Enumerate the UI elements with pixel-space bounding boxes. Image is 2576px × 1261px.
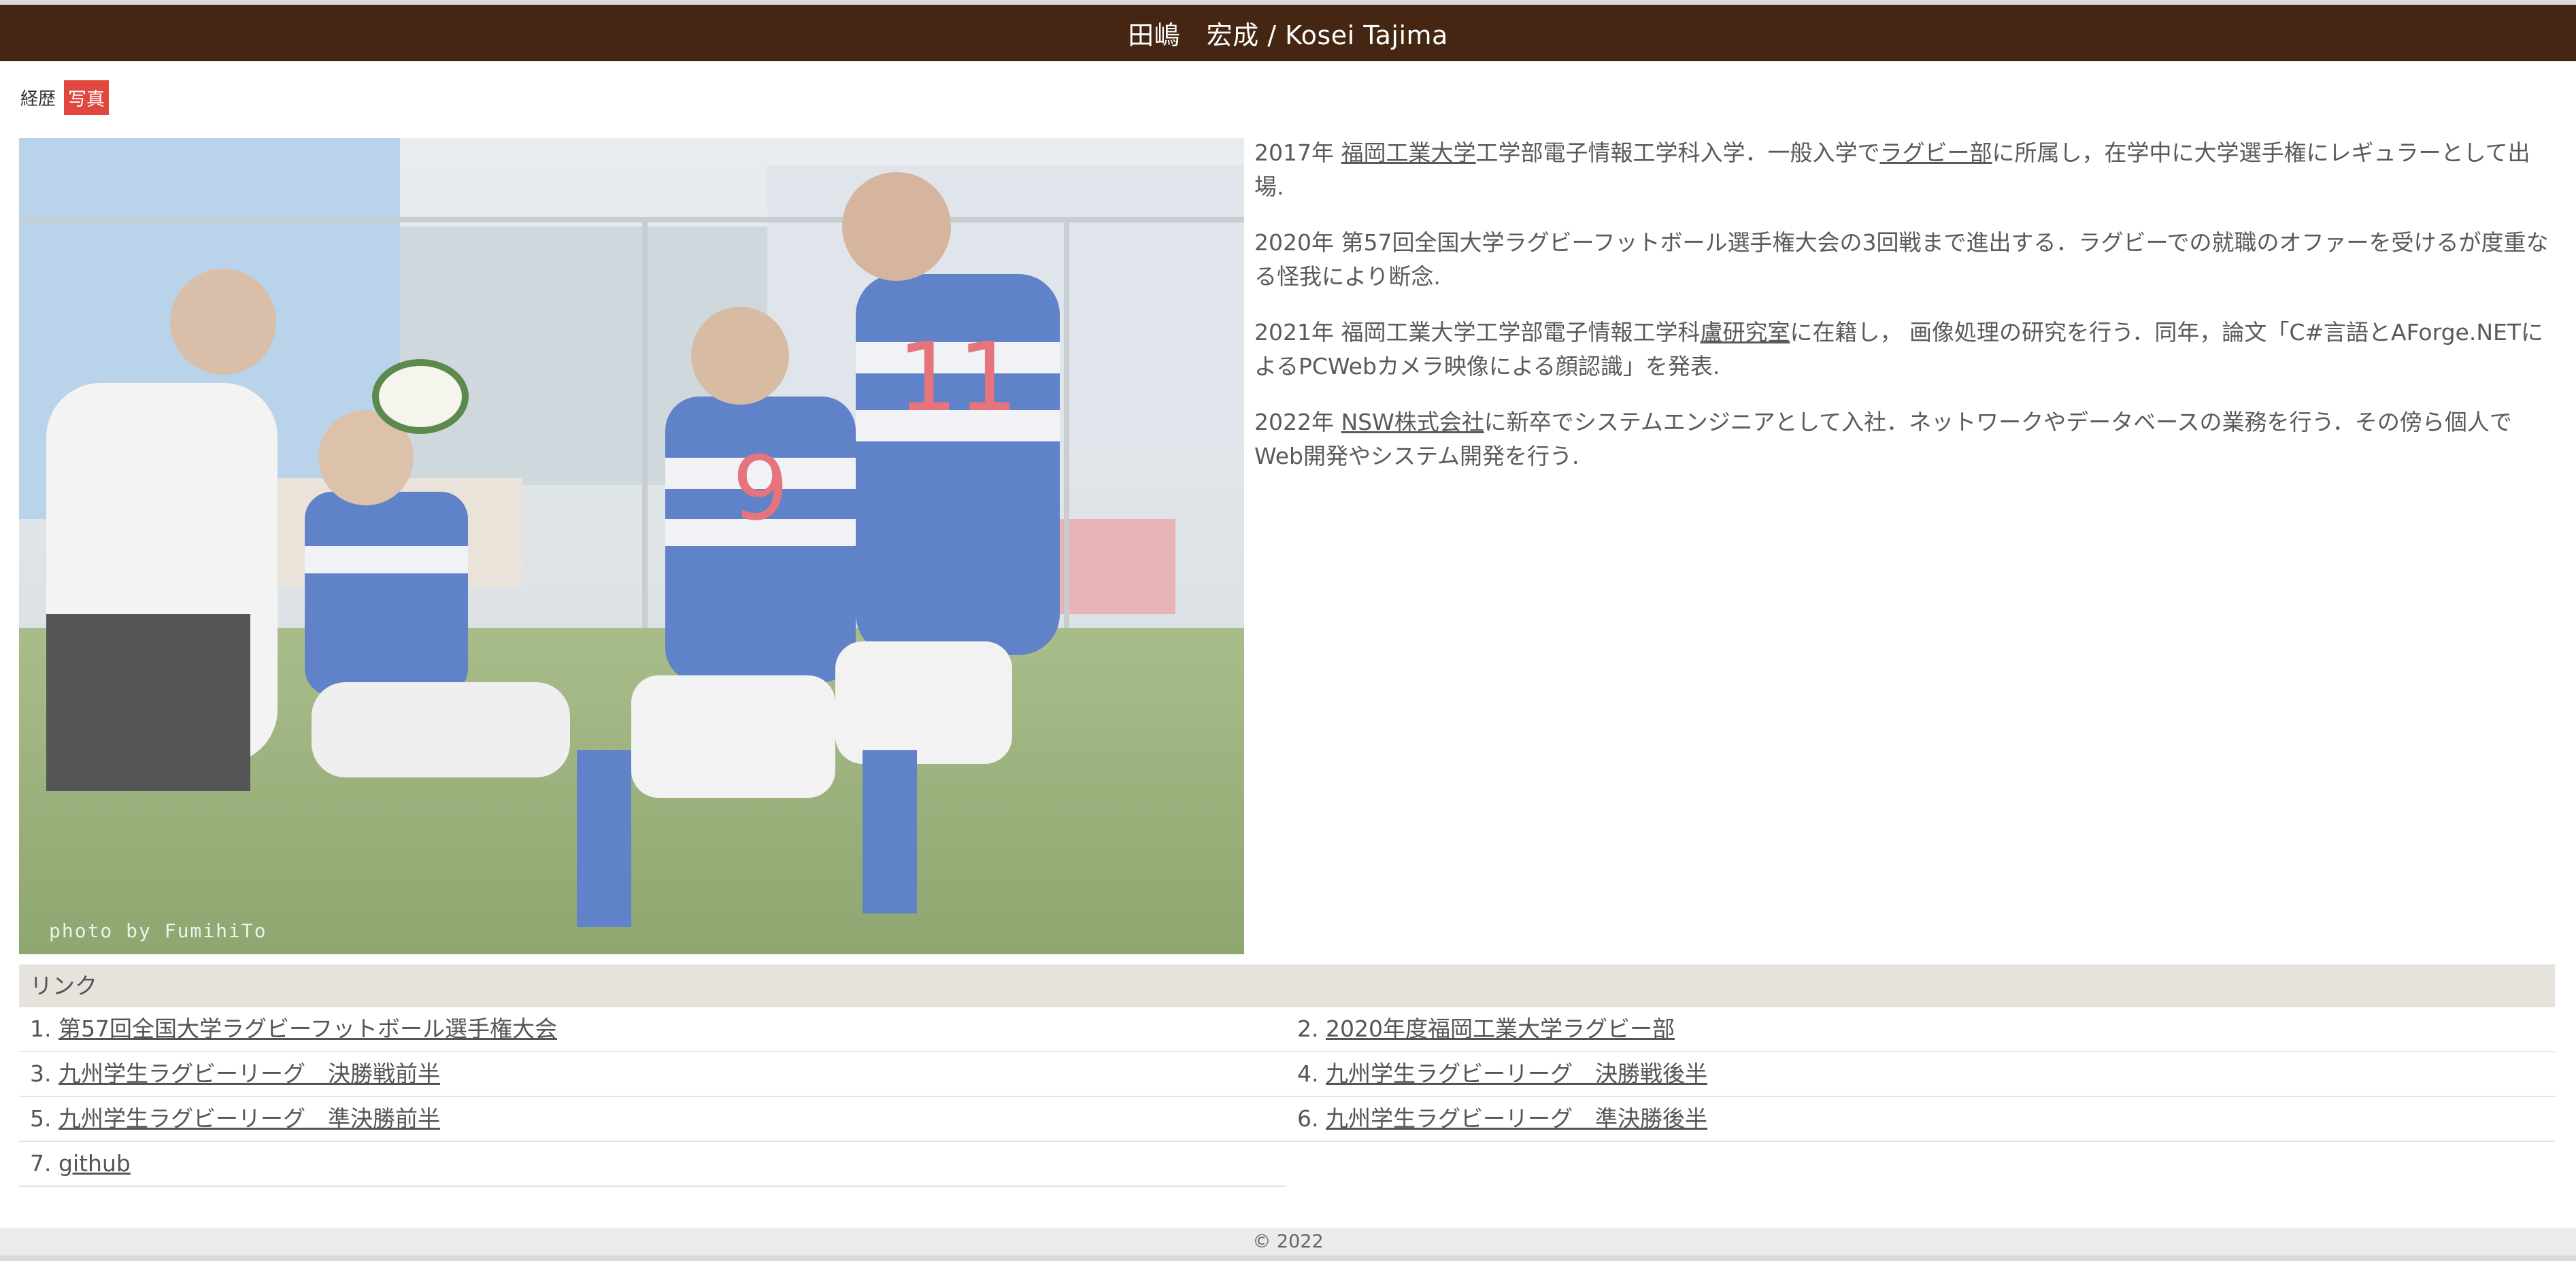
photo-credit: photo by FumihiTo [49, 920, 267, 942]
career-item-2022: 2022年 NSW株式会社に新卒でシステムエンジニアとして入社．ネットワークやデ… [1254, 405, 2554, 473]
link-fit-university[interactable]: 福岡工業大学 [1341, 139, 1475, 166]
link-nsw[interactable]: NSW株式会社 [1341, 409, 1484, 435]
link-rugby-club[interactable]: ラグビー部 [1879, 139, 1992, 166]
link-number: 4. [1297, 1060, 1319, 1087]
career-item-2020: 2020年 第57回全国大学ラグビーフットボール選手権大会の3回戦まで進出する．… [1254, 229, 2549, 290]
career-item-2017: 2017年 福岡工業大学工学部電子情報工学科入学．一般入学でラグビー部に所属し，… [1254, 136, 2554, 204]
list-item-empty [1286, 1142, 2555, 1187]
link-number: 7. [30, 1150, 52, 1177]
list-item: 2. 2020年度福岡工業大学ラグビー部 [1286, 1007, 2555, 1052]
page-footer: © 2022 [0, 1228, 2576, 1256]
links-list: 1. 第57回全国大学ラグビーフットボール選手権大会 2. 2020年度福岡工業… [19, 1007, 2555, 1187]
tab-photo[interactable]: 写真 [64, 80, 110, 115]
links-header: リンク [19, 964, 2555, 1007]
svg-text:11: 11 [897, 322, 1018, 433]
link-number: 1. [30, 1015, 52, 1042]
tab-bar: 経歴 写真 [19, 80, 110, 115]
link-number: 3. [30, 1060, 52, 1087]
career-section: 2017年 福岡工業大学工学部電子情報工学科入学．一般入学でラグビー部に所属し，… [1254, 136, 2554, 495]
window-bottom-border [0, 1256, 2576, 1261]
list-item: 4. 九州学生ラグビーリーグ 決勝戦後半 [1286, 1052, 2555, 1097]
list-item: 7. github [19, 1142, 1286, 1187]
career-text: 工学部電子情報工学科入学．一般入学で [1475, 139, 1880, 166]
career-text: 2021年 福岡工業大学工学部電子情報工学科 [1254, 319, 1701, 346]
career-text: 2017年 [1254, 139, 1341, 166]
window-top-border [0, 0, 2576, 5]
list-item: 3. 九州学生ラグビーリーグ 決勝戦前半 [19, 1052, 1286, 1097]
page-header: 田嶋 宏成 / Kosei Tajima [0, 5, 2576, 61]
link-number: 5. [30, 1105, 52, 1132]
page-title: 田嶋 宏成 / Kosei Tajima [1128, 20, 1448, 50]
career-item-2021: 2021年 福岡工業大学工学部電子情報工学科盧研究室に在籍し， 画像処理の研究を… [1254, 316, 2554, 384]
link-championship[interactable]: 第57回全国大学ラグビーフットボール選手権大会 [58, 1015, 557, 1042]
link-github[interactable]: github [58, 1150, 131, 1177]
rugby-photo-illustration: 9 11 [19, 138, 1244, 954]
list-item: 5. 九州学生ラグビーリーグ 準決勝前半 [19, 1097, 1286, 1142]
link-number: 2. [1297, 1015, 1319, 1042]
list-item: 6. 九州学生ラグビーリーグ 準決勝後半 [1286, 1097, 2555, 1142]
svg-text:9: 9 [733, 437, 789, 540]
link-final-second-half[interactable]: 九州学生ラグビーリーグ 決勝戦後半 [1326, 1060, 1707, 1087]
link-semifinal-second-half[interactable]: 九州学生ラグビーリーグ 準決勝後半 [1326, 1105, 1707, 1132]
link-final-first-half[interactable]: 九州学生ラグビーリーグ 決勝戦前半 [58, 1060, 440, 1087]
career-text: 2022年 [1254, 409, 1341, 435]
link-lab[interactable]: 盧研究室 [1700, 319, 1790, 346]
tab-career[interactable]: 経歴 [19, 84, 57, 112]
list-item: 1. 第57回全国大学ラグビーフットボール選手権大会 [19, 1007, 1286, 1052]
link-rugby-2020[interactable]: 2020年度福岡工業大学ラグビー部 [1326, 1015, 1675, 1042]
link-semifinal-first-half[interactable]: 九州学生ラグビーリーグ 準決勝前半 [58, 1105, 440, 1132]
link-number: 6. [1297, 1105, 1319, 1132]
copyright: © 2022 [1252, 1231, 1324, 1252]
rugby-photo: 9 11 photo by FumihiTo [19, 138, 1244, 954]
